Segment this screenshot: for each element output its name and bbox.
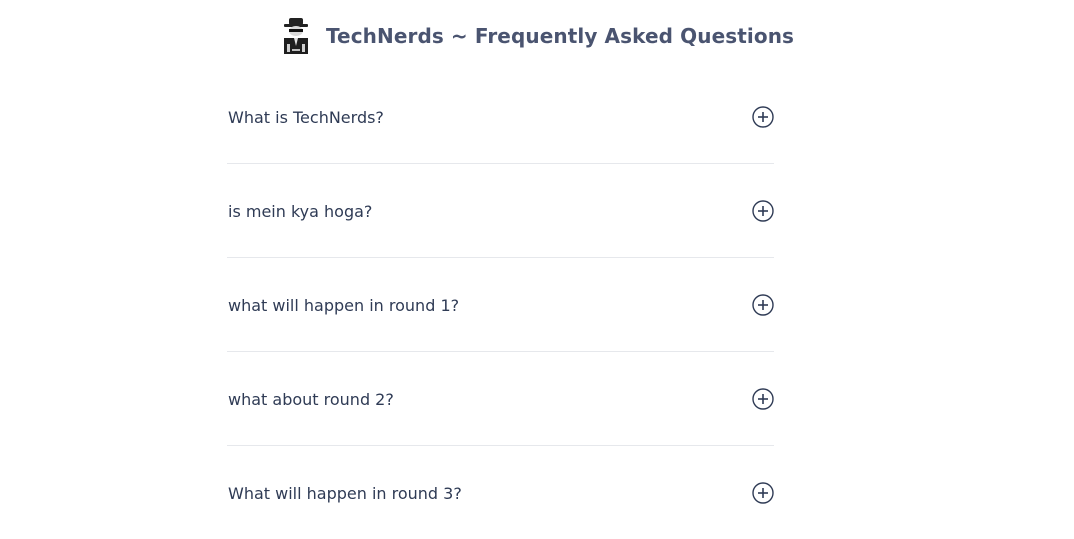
faq-question: What is TechNerds? [228,108,384,127]
faq-question: what about round 2? [228,390,394,409]
faq-list: What is TechNerds? is mein kya hoga? wha… [227,70,774,539]
faq-item[interactable]: what will happen in round 1? [227,258,774,352]
faq-item[interactable]: is mein kya hoga? [227,164,774,258]
faq-item[interactable]: What is TechNerds? [227,70,774,164]
faq-question: is mein kya hoga? [228,202,373,221]
plus-circle-icon[interactable] [752,200,774,222]
faq-question: What will happen in round 3? [228,484,462,503]
page-header: TechNerds ~ Frequently Asked Questions [0,10,1074,62]
faq-question: what will happen in round 1? [228,296,460,315]
plus-circle-icon[interactable] [752,482,774,504]
faq-item[interactable]: what about round 2? [227,352,774,446]
page-title: TechNerds ~ Frequently Asked Questions [325,24,795,48]
plus-circle-icon[interactable] [752,294,774,316]
spy-logo-icon [283,18,308,54]
faq-item[interactable]: What will happen in round 3? [227,446,774,539]
plus-circle-icon[interactable] [752,106,774,128]
plus-circle-icon[interactable] [752,388,774,410]
